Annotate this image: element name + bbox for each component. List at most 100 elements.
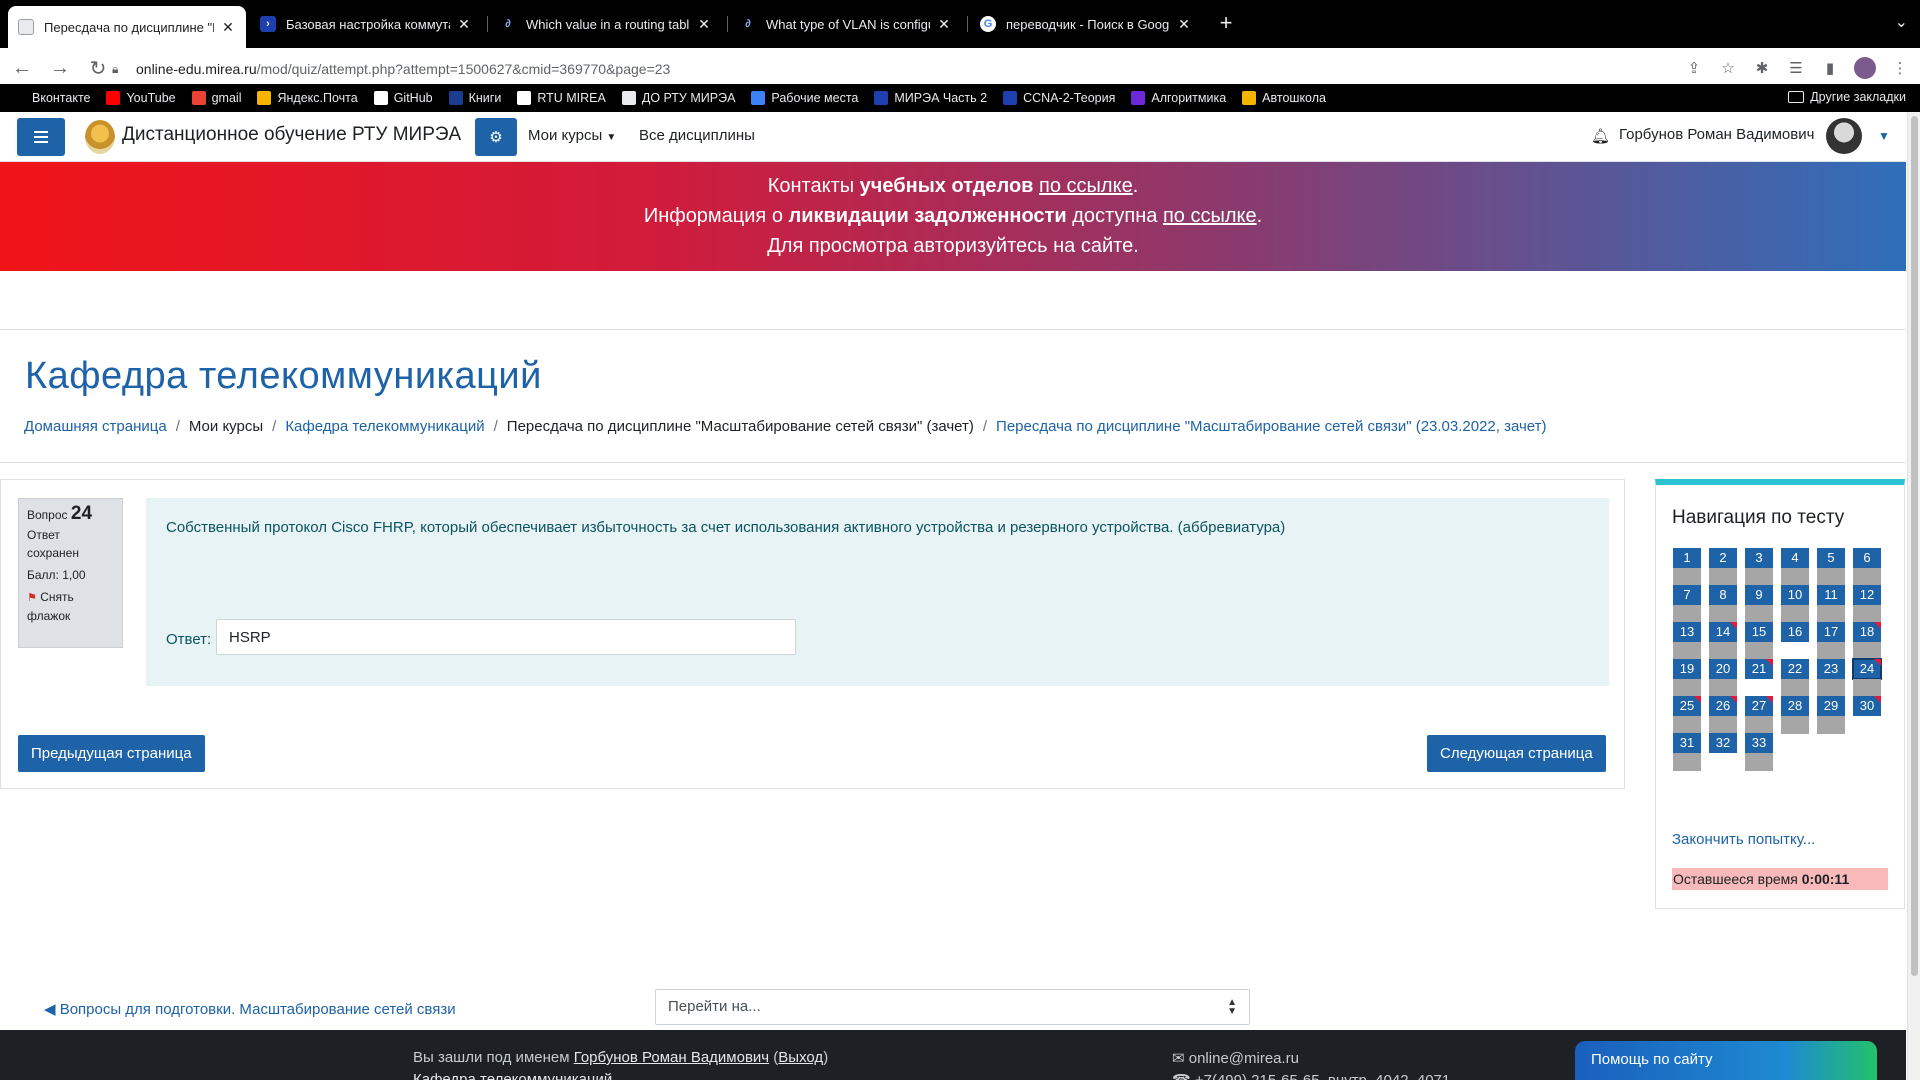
tab-google-search[interactable]: G переводчик - Поиск в Google ✕ xyxy=(970,8,1202,40)
close-icon[interactable]: ✕ xyxy=(936,16,952,33)
breadcrumb-quiz[interactable]: Пересдача по дисциплине "Масштабирование… xyxy=(996,418,1546,435)
bookmark-item[interactable]: Рабочие места xyxy=(751,91,858,105)
unflag-question-toggle[interactable]: ⚑ Снять флажок xyxy=(27,588,114,625)
quiz-nav-question-33[interactable]: 33 xyxy=(1745,733,1773,771)
quiz-nav-question-22[interactable]: 22 xyxy=(1781,659,1809,697)
forward-arrow-icon[interactable]: → xyxy=(44,53,76,85)
quiz-nav-question-21[interactable]: 21 xyxy=(1745,659,1773,697)
footer-department[interactable]: Кафедра телекоммуникаций xyxy=(413,1071,612,1080)
quiz-nav-question-11[interactable]: 11 xyxy=(1817,585,1845,623)
bookmark-item[interactable]: RTU MIREA xyxy=(517,91,606,105)
other-bookmarks-folder[interactable]: Другие закладки xyxy=(1788,90,1906,104)
quiz-nav-question-23[interactable]: 23 xyxy=(1817,659,1845,697)
bookmark-item[interactable]: gmail xyxy=(191,91,241,105)
tab-routing-table[interactable]: ∂ Which value in a routing table ✕ xyxy=(490,8,722,40)
quiz-nav-question-8[interactable]: 8 xyxy=(1709,585,1737,623)
quiz-nav-question-20[interactable]: 20 xyxy=(1709,659,1737,697)
bookmark-item[interactable]: Автошкола xyxy=(1242,91,1326,105)
quiz-nav-question-10[interactable]: 10 xyxy=(1781,585,1809,623)
footer-user-link[interactable]: Горбунов Роман Вадимович xyxy=(574,1049,769,1066)
quiz-nav-question-14[interactable]: 14 xyxy=(1709,622,1737,660)
quiz-nav-question-7[interactable]: 7 xyxy=(1673,585,1701,623)
tab-vlan-question[interactable]: ∂ What type of VLAN is configure ✕ xyxy=(730,8,962,40)
bell-icon[interactable]: 🔔︎ xyxy=(1591,127,1610,145)
quiz-nav-question-31[interactable]: 31 xyxy=(1673,733,1701,771)
address-bar[interactable]: 🔒︎ online-edu.mirea.ru/mod/quiz/attempt.… xyxy=(112,56,1672,82)
site-help-button[interactable]: Помощь по сайту xyxy=(1575,1041,1877,1080)
quiz-nav-question-27[interactable]: 27 xyxy=(1745,696,1773,734)
menu-my-courses[interactable]: Мои курсы ▼ xyxy=(528,127,616,144)
menu-my-courses-label: Мои курсы xyxy=(528,127,603,144)
quiz-nav-question-13[interactable]: 13 xyxy=(1673,622,1701,660)
quiz-nav-question-1[interactable]: 1 xyxy=(1673,548,1701,586)
bookmark-item[interactable]: YouTube xyxy=(106,91,176,105)
answer-input[interactable] xyxy=(216,619,796,655)
share-icon[interactable]: ⇪ xyxy=(1684,58,1704,78)
side-panel-icon[interactable]: ▮ xyxy=(1820,58,1840,78)
quiz-nav-question-9[interactable]: 9 xyxy=(1745,585,1773,623)
quiz-nav-question-5[interactable]: 5 xyxy=(1817,548,1845,586)
previous-activity-link[interactable]: ◀ Вопросы для подготовки. Масштабировани… xyxy=(44,1000,456,1018)
close-icon[interactable]: ✕ xyxy=(1176,16,1192,33)
close-icon[interactable]: ✕ xyxy=(220,19,236,36)
quiz-nav-question-16[interactable]: 16 xyxy=(1781,622,1809,660)
user-menu-name[interactable]: Горбунов Роман Вадимович xyxy=(1619,126,1814,143)
extensions-puzzle-icon[interactable]: ✱ xyxy=(1752,58,1772,78)
bookmark-item[interactable]: GitHub xyxy=(373,91,433,105)
kebab-menu-icon[interactable]: ⋮ xyxy=(1890,58,1910,78)
bookmark-item[interactable]: Алгоритмика xyxy=(1131,91,1226,105)
bookmark-item[interactable]: Вконтакте xyxy=(12,91,90,105)
reading-list-icon[interactable]: ☰ xyxy=(1786,58,1806,78)
quiz-nav-question-28[interactable]: 28 xyxy=(1781,696,1809,734)
breadcrumb-department[interactable]: Кафедра телекоммуникаций xyxy=(285,418,484,435)
tab-quiz-attempt[interactable]: Пересдача по дисциплине "М ✕ xyxy=(8,6,246,48)
avatar[interactable] xyxy=(1826,118,1862,154)
quiz-nav-question-26[interactable]: 26 xyxy=(1709,696,1737,734)
previous-page-button[interactable]: Предыдущая страница xyxy=(18,735,205,772)
bookmark-item[interactable]: МИРЭА Часть 2 xyxy=(874,91,987,105)
quiz-nav-question-18[interactable]: 18 xyxy=(1853,622,1881,660)
chevron-down-icon[interactable]: ⌄ xyxy=(1895,12,1908,32)
bookmark-item[interactable]: ДО РТУ МИРЭА xyxy=(621,91,735,105)
star-icon[interactable]: ☆ xyxy=(1718,58,1738,78)
finish-attempt-link[interactable]: Закончить попытку... xyxy=(1672,831,1815,848)
page-scrollbar[interactable] xyxy=(1907,112,1920,1080)
back-arrow-icon[interactable]: ← xyxy=(6,53,38,85)
quiz-nav-question-25[interactable]: 25 xyxy=(1673,696,1701,734)
site-title[interactable]: Дистанционное обучение РТУ МИРЭА xyxy=(122,124,461,146)
quiz-nav-question-17[interactable]: 17 xyxy=(1817,622,1845,660)
logout-link[interactable]: Выход xyxy=(778,1049,823,1066)
quiz-nav-question-12[interactable]: 12 xyxy=(1853,585,1881,623)
profile-avatar[interactable] xyxy=(1854,57,1876,79)
breadcrumb-home[interactable]: Домашняя страница xyxy=(24,418,167,435)
jump-to-select[interactable]: Перейти на... ▲ ▼ xyxy=(655,989,1250,1025)
bookmark-item[interactable]: Яндекс.Почта xyxy=(257,91,358,105)
quiz-nav-question-32[interactable]: 32 xyxy=(1709,733,1737,771)
bookmark-item[interactable]: CCNA-2-Теория xyxy=(1003,91,1115,105)
hamburger-menu-icon[interactable] xyxy=(17,118,65,156)
banner-debt-link[interactable]: по ссылке xyxy=(1163,205,1257,227)
quiz-nav-question-2[interactable]: 2 xyxy=(1709,548,1737,586)
reload-icon[interactable]: ↻ xyxy=(82,53,114,85)
bookmark-item[interactable]: Книги xyxy=(448,91,501,105)
quiz-nav-question-15[interactable]: 15 xyxy=(1745,622,1773,660)
menu-all-disciplines[interactable]: Все дисциплины xyxy=(639,127,755,144)
caret-down-icon[interactable]: ▼ xyxy=(1878,129,1890,143)
tab-switch-setup[interactable]: › Базовая настройка коммутат ✕ xyxy=(250,8,482,40)
quiz-nav-question-3[interactable]: 3 xyxy=(1745,548,1773,586)
scrollbar-thumb[interactable] xyxy=(1911,116,1918,976)
close-icon[interactable]: ✕ xyxy=(696,16,712,33)
course-settings-gear-icon[interactable]: ⚙ xyxy=(475,118,517,156)
new-tab-button[interactable]: + xyxy=(1212,10,1240,38)
quiz-nav-question-30[interactable]: 30 xyxy=(1853,696,1881,734)
quiz-nav-question-29[interactable]: 29 xyxy=(1817,696,1845,734)
footer-email[interactable]: ✉ online@mirea.ru xyxy=(1172,1049,1299,1067)
quiz-nav-question-19[interactable]: 19 xyxy=(1673,659,1701,697)
quiz-nav-question-4[interactable]: 4 xyxy=(1781,548,1809,586)
banner-contacts-link[interactable]: по ссылке xyxy=(1039,175,1133,197)
quiz-nav-question-6[interactable]: 6 xyxy=(1853,548,1881,586)
quiz-nav-question-24[interactable]: 24 xyxy=(1852,658,1882,697)
close-icon[interactable]: ✕ xyxy=(456,16,472,33)
next-page-button[interactable]: Следующая страница xyxy=(1427,735,1606,772)
mirea-emblem-logo[interactable] xyxy=(85,120,115,154)
